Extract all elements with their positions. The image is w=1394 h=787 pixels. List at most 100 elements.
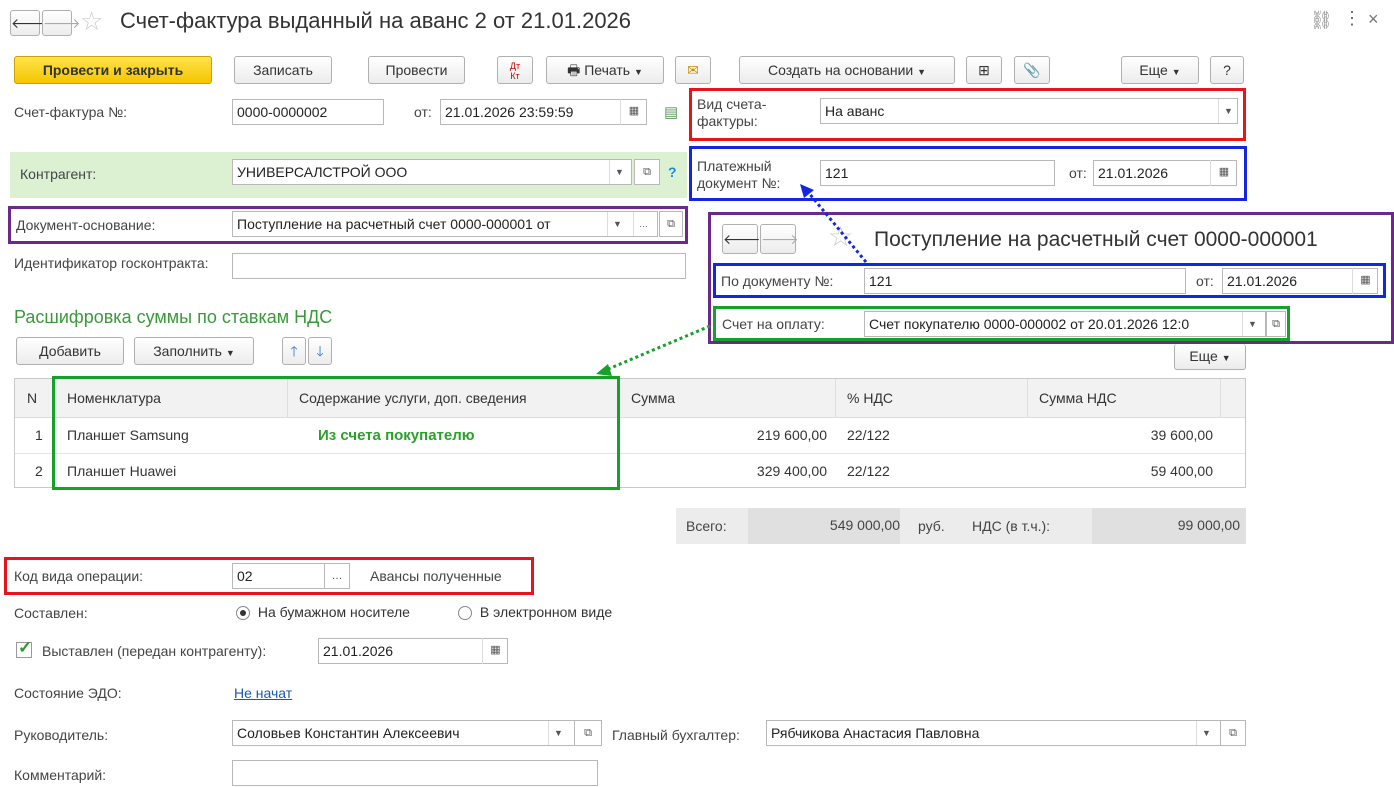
create-based-button[interactable]: Создать на основании ▼ bbox=[739, 56, 955, 84]
save-button[interactable]: Записать bbox=[234, 56, 332, 84]
help-mark[interactable]: ? bbox=[668, 164, 677, 180]
arrow-down-icon: 🡓 bbox=[316, 343, 324, 359]
basis-field[interactable]: Поступление на расчетный счет 0000-00000… bbox=[232, 211, 658, 237]
open-icon[interactable]: ⧉ bbox=[1266, 311, 1286, 337]
radio-paper[interactable]: На бумажном носителе bbox=[236, 604, 410, 621]
dt-kt-button[interactable]: Дт Кт bbox=[497, 56, 533, 84]
star-icon[interactable]: ☆ bbox=[828, 220, 853, 253]
more-vertical-icon[interactable]: ⋮ bbox=[1343, 8, 1361, 29]
accountant-field[interactable]: Рябчикова Анастасия Павловна bbox=[766, 720, 1246, 746]
email-button[interactable]: ✉ bbox=[675, 56, 711, 84]
calendar-icon[interactable]: ▦ bbox=[482, 638, 508, 664]
invoice-from-label: от: bbox=[414, 104, 432, 120]
popup-invoice-label: Счет на оплату: bbox=[722, 316, 825, 332]
star-icon[interactable]: ☆ bbox=[80, 6, 103, 37]
ellipsis-icon[interactable]: … bbox=[633, 212, 653, 236]
radio-electronic[interactable]: В электронном виде bbox=[458, 604, 613, 621]
payment-doc-number-field[interactable]: 121 bbox=[820, 160, 1055, 186]
total-label: Всего: bbox=[686, 518, 727, 534]
radio-electronic-label: В электронном виде bbox=[479, 604, 613, 620]
calendar-icon[interactable]: ▦ bbox=[620, 99, 647, 125]
chevron-down-icon[interactable]: ▼ bbox=[548, 721, 568, 745]
table-more-button[interactable]: Еще ▼ bbox=[1174, 344, 1246, 370]
chevron-down-icon[interactable]: ▼ bbox=[1218, 99, 1238, 123]
radio-off-icon bbox=[458, 606, 472, 621]
list-icon[interactable]: ▤ bbox=[664, 103, 678, 121]
move-down-button[interactable]: 🡓 bbox=[308, 337, 332, 365]
comment-field[interactable] bbox=[232, 760, 598, 786]
edo-status-link[interactable]: Не начат bbox=[234, 685, 292, 701]
chevron-down-icon: ▼ bbox=[225, 348, 235, 358]
invoice-kind-value: На аванс bbox=[825, 103, 885, 119]
attach-button[interactable]: 📎 bbox=[1014, 56, 1050, 84]
row-vat: 59 400,00 bbox=[1150, 463, 1213, 479]
accountant-label: Главный бухгалтер: bbox=[612, 727, 740, 743]
help-button[interactable]: ? bbox=[1210, 56, 1244, 84]
table-col-divider bbox=[1027, 379, 1028, 417]
popup-back-button[interactable]: 🡐 bbox=[722, 224, 761, 254]
chevron-down-icon[interactable]: ▼ bbox=[609, 160, 629, 184]
envelope-icon: ✉ bbox=[687, 62, 699, 78]
close-icon[interactable]: × bbox=[1368, 9, 1379, 30]
open-icon[interactable]: ⧉ bbox=[634, 159, 660, 185]
print-button[interactable]: 🖶 Печать ▼ bbox=[546, 56, 664, 84]
popup-forward-button[interactable]: 🡒 bbox=[760, 224, 799, 254]
ellipsis-icon[interactable]: … bbox=[324, 563, 350, 589]
manager-label: Руководитель: bbox=[14, 727, 109, 743]
popup-doc-number-field[interactable]: 121 bbox=[864, 268, 1186, 294]
arrow-right-icon: 🡒 bbox=[761, 231, 799, 247]
printer-icon: 🖶 bbox=[567, 62, 581, 78]
forward-button[interactable]: 🡒 bbox=[42, 10, 81, 36]
manager-field[interactable]: Соловьев Константин Алексеевич bbox=[232, 720, 602, 746]
row-n: 1 bbox=[35, 427, 43, 443]
chevron-down-icon[interactable]: ▼ bbox=[1196, 721, 1216, 745]
op-code-desc: Авансы полученные bbox=[370, 568, 502, 584]
gov-contract-field[interactable] bbox=[232, 253, 686, 279]
issued-checkbox[interactable]: ✓ bbox=[16, 638, 32, 658]
post-button[interactable]: Провести bbox=[368, 56, 465, 84]
vat-section-title: Расшифровка суммы по ставкам НДС bbox=[14, 307, 333, 327]
more-button[interactable]: Еще ▼ bbox=[1121, 56, 1199, 84]
fill-button[interactable]: Заполнить ▼ bbox=[134, 337, 254, 365]
calendar-icon[interactable]: ▦ bbox=[1210, 160, 1237, 186]
row-vat: 39 600,00 bbox=[1150, 427, 1213, 443]
post-and-close-button[interactable]: Провести и закрыть bbox=[14, 56, 212, 84]
structure-button[interactable]: ⊞ bbox=[966, 56, 1002, 84]
print-label: Печать bbox=[584, 62, 631, 78]
popup-date-value: 21.01.2026 bbox=[1227, 273, 1298, 289]
table-col-divider bbox=[1220, 379, 1221, 417]
popup-invoice-field[interactable]: Счет покупателю 0000-000002 от 20.01.202… bbox=[864, 311, 1266, 337]
col-header-vat: Сумма НДС bbox=[1039, 390, 1117, 406]
counterparty-field[interactable]: УНИВЕРСАЛСТРОЙ ООО bbox=[232, 159, 632, 185]
invoice-kind-field[interactable]: На аванс bbox=[820, 98, 1238, 124]
popup-title: Поступление на расчетный счет 0000-00000… bbox=[874, 228, 1318, 251]
invoice-number-field[interactable]: 0000-0000002 bbox=[232, 99, 384, 125]
radio-paper-label: На бумажном носителе bbox=[257, 604, 410, 620]
row-rate: 22/122 bbox=[847, 427, 890, 443]
issued-date-field[interactable]: 21.01.2026 bbox=[318, 638, 508, 664]
add-button[interactable]: Добавить bbox=[16, 337, 124, 365]
arrow-up-icon: 🡑 bbox=[290, 343, 298, 359]
open-icon[interactable]: ⧉ bbox=[659, 211, 683, 237]
calendar-icon[interactable]: ▦ bbox=[1352, 268, 1378, 294]
chevron-down-icon[interactable]: ▼ bbox=[1242, 312, 1262, 336]
move-up-button[interactable]: 🡑 bbox=[282, 337, 306, 365]
chevron-down-icon: ▼ bbox=[1171, 67, 1181, 77]
open-icon[interactable]: ⧉ bbox=[574, 720, 602, 746]
issued-label: Выставлен (передан контрагенту): bbox=[42, 643, 267, 659]
chevron-down-icon[interactable]: ▼ bbox=[607, 212, 627, 236]
window-title: Счет-фактура выданный на аванс 2 от 21.0… bbox=[120, 8, 632, 33]
invoice-datetime-field[interactable]: 21.01.2026 23:59:59 bbox=[440, 99, 647, 125]
invoice-datetime-value: 21.01.2026 23:59:59 bbox=[445, 104, 574, 120]
counterparty-label: Контрагент: bbox=[20, 166, 97, 182]
gov-contract-label: Идентификатор госконтракта: bbox=[14, 255, 209, 271]
col-header-rate: % НДС bbox=[847, 390, 894, 406]
vat-total-value: 99 000,00 bbox=[1177, 517, 1240, 533]
invoice-kind-label: Вид счета-фактуры: bbox=[697, 96, 767, 129]
total-value: 549 000,00 bbox=[829, 517, 900, 533]
back-button[interactable]: 🡐 bbox=[10, 10, 49, 36]
open-icon[interactable]: ⧉ bbox=[1220, 720, 1246, 746]
chevron-down-icon: ▼ bbox=[633, 67, 643, 77]
row-sum: 219 600,00 bbox=[756, 427, 827, 443]
link-icon[interactable]: ⛓ bbox=[1310, 10, 1333, 31]
